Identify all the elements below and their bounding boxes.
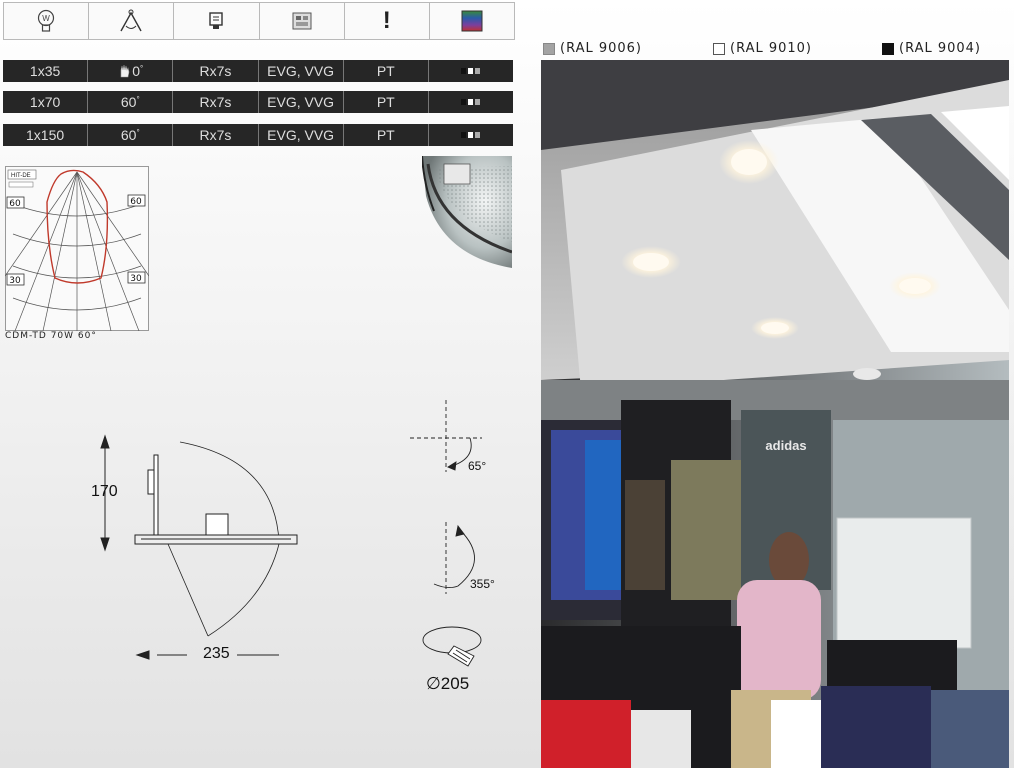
polar-angle-label: 60 bbox=[9, 199, 21, 209]
spec-row: 1x35 0 ° Rx7s EVG, VVG PT bbox=[3, 60, 513, 82]
spec-angle-unit: ° bbox=[136, 127, 140, 137]
ral-label-9004: (RAL 9004) bbox=[899, 41, 982, 56]
spec-socket: Rx7s bbox=[173, 60, 259, 82]
control-gear-icon bbox=[260, 3, 345, 39]
color-swatches bbox=[429, 124, 513, 146]
spec-power: 1x70 bbox=[3, 91, 89, 113]
spec-lamp: PT bbox=[344, 124, 429, 146]
rotation-angle-label: 355° bbox=[470, 577, 495, 591]
installation-photo: adidas bbox=[541, 60, 1009, 768]
spec-angle: 60 ° bbox=[88, 91, 174, 113]
lamp-wattage-icon: W bbox=[4, 3, 90, 39]
polar-angle-label: 30 bbox=[130, 274, 142, 284]
spec-row: 1x150 60 ° Rx7s EVG, VVG PT bbox=[3, 124, 513, 146]
spec-angle-value: 0 bbox=[132, 63, 141, 79]
polar-angle-label: 30 bbox=[9, 276, 21, 286]
ral-legend-9006: (RAL 9006) bbox=[543, 41, 642, 56]
spec-angle: 0 ° bbox=[88, 60, 174, 82]
spec-socket: Rx7s bbox=[173, 91, 259, 113]
spec-socket: Rx7s bbox=[173, 124, 259, 146]
ral-legend-9010: (RAL 9010) bbox=[713, 41, 812, 56]
spec-icon-header: W ! bbox=[3, 2, 515, 40]
ral-swatch-9010 bbox=[713, 42, 725, 55]
fixture-photo bbox=[422, 156, 512, 268]
polar-caption: CDM-TD 70W 60° bbox=[5, 331, 97, 341]
width-dimension: 235 bbox=[203, 645, 230, 662]
polar-diagram: HIT-DE 60 60 30 30 bbox=[5, 166, 149, 331]
spec-gear: EVG, VVG bbox=[259, 91, 344, 113]
beam-angle-icon bbox=[89, 3, 175, 39]
warning-icon: ! bbox=[345, 3, 430, 39]
polar-lamp-label: HIT-DE bbox=[11, 173, 31, 179]
color-swatches bbox=[429, 60, 513, 82]
brand-sign: adidas bbox=[765, 438, 806, 453]
height-dimension: 170 bbox=[91, 483, 118, 500]
hand-icon bbox=[120, 64, 130, 78]
spec-lamp: PT bbox=[344, 60, 429, 82]
svg-text:W: W bbox=[42, 14, 50, 23]
lamp-socket-icon bbox=[174, 3, 260, 39]
spec-gear: EVG, VVG bbox=[259, 60, 344, 82]
color-swatches bbox=[429, 91, 513, 113]
adjustment-diagrams: 65° 355° ∅205 bbox=[410, 400, 495, 693]
color-options-icon bbox=[430, 3, 514, 39]
spec-gear: EVG, VVG bbox=[259, 124, 344, 146]
dimension-drawing: 170 235 bbox=[91, 434, 298, 662]
spec-angle: 60 ° bbox=[88, 124, 174, 146]
polar-logo-box bbox=[8, 181, 34, 188]
spec-angle-value: 60 bbox=[120, 127, 137, 143]
ral-legend-9004: (RAL 9004) bbox=[882, 41, 981, 56]
spec-lamp: PT bbox=[344, 91, 429, 113]
spec-power: 1x35 bbox=[3, 60, 89, 82]
spec-angle-unit: ° bbox=[136, 94, 140, 104]
spec-power: 1x150 bbox=[3, 124, 89, 146]
polar-angle-label: 60 bbox=[130, 197, 142, 207]
spec-angle-value: 60 bbox=[120, 94, 137, 110]
ral-label-9006: (RAL 9006) bbox=[560, 41, 643, 56]
cutout-diameter-label: ∅205 bbox=[426, 674, 469, 693]
spec-row: 1x70 60 ° Rx7s EVG, VVG PT bbox=[3, 91, 513, 113]
ral-swatch-9004 bbox=[882, 42, 894, 55]
spec-angle-unit: ° bbox=[140, 63, 144, 73]
ral-label-9010: (RAL 9010) bbox=[730, 41, 813, 56]
tilt-angle-label: 65° bbox=[468, 459, 486, 473]
ral-swatch-9006 bbox=[543, 42, 555, 55]
